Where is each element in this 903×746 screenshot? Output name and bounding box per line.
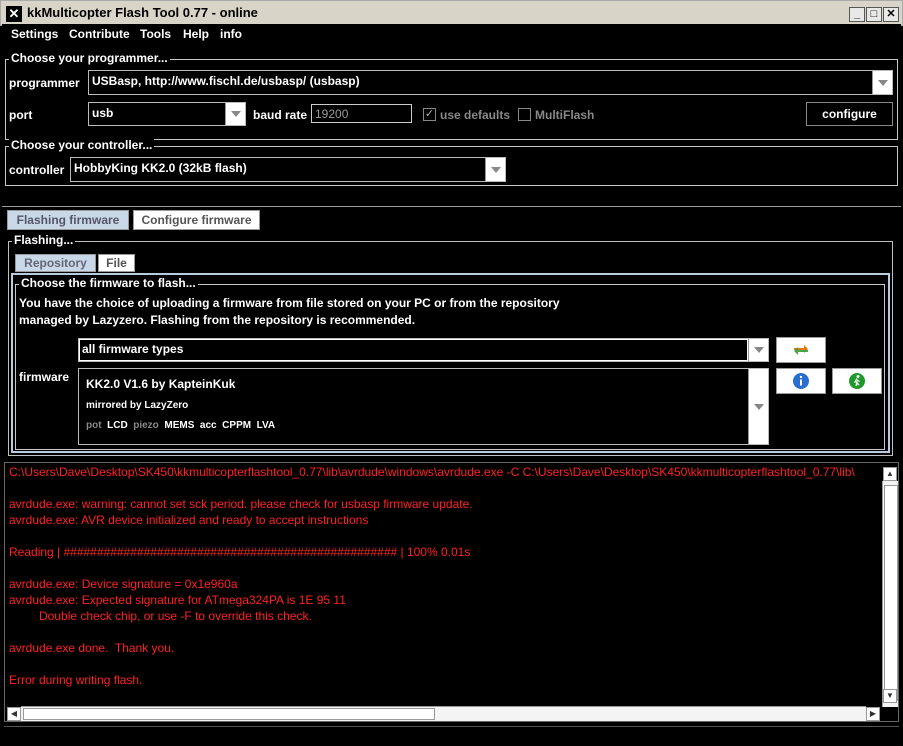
chevron-down-icon[interactable] <box>872 71 892 94</box>
menu-info[interactable]: info <box>220 27 242 41</box>
status-bar <box>4 726 899 742</box>
console-horizontal-scrollbar[interactable] <box>21 706 866 721</box>
port-label: port <box>9 108 33 122</box>
controller-label: controller <box>9 163 65 177</box>
controller-legend: Choose your controller... <box>9 138 155 152</box>
feature-acc: acc <box>199 420 217 431</box>
app-icon: ✕ <box>6 6 22 22</box>
multiflash-checkbox[interactable] <box>518 108 531 121</box>
console-line: C:\Users\Dave\Desktop\SK450\kkmulticopte… <box>9 465 855 479</box>
firmware-mirror: mirrored by LazyZero <box>86 400 189 411</box>
choose-firmware-legend: Choose the firmware to flash... <box>19 276 198 290</box>
programmer-value: USBasp, http://www.fischl.de/usbasp/ (us… <box>92 74 360 88</box>
scroll-left-icon[interactable]: ◀ <box>7 707 21 721</box>
menu-bar: Settings Contribute Tools Help info <box>2 24 901 44</box>
refresh-button[interactable] <box>776 337 826 363</box>
baud-rate-field[interactable]: 19200 <box>311 104 412 123</box>
firmware-name: KK2.0 V1.6 by KapteinKuk <box>86 377 236 391</box>
firmware-filter-value: all firmware types <box>80 340 747 360</box>
use-defaults-label: use defaults <box>440 108 511 122</box>
tab-configure-firmware[interactable]: Configure firmware <box>133 210 260 230</box>
firmware-select[interactable]: KK2.0 V1.6 by KapteinKuk mirrored by Laz… <box>78 368 769 445</box>
minimize-icon[interactable]: _ <box>849 7 865 22</box>
tab-divider <box>2 206 901 207</box>
chevron-down-icon[interactable] <box>748 369 768 444</box>
port-select[interactable]: usb <box>88 102 246 126</box>
console-line: avrdude.exe: Expected signature for ATme… <box>9 593 346 607</box>
flashing-legend: Flashing... <box>12 233 76 247</box>
firmware-features: pot LCD piezo MEMS acc CPPM LVA <box>86 420 275 431</box>
info-button[interactable] <box>776 368 826 394</box>
menu-tools[interactable]: Tools <box>140 27 171 41</box>
port-value: usb <box>92 106 114 120</box>
console-line: Error during writing flash. <box>9 673 143 687</box>
console-line: avrdude.exe done. Thank you. <box>9 641 175 655</box>
configure-button[interactable]: configure <box>806 102 893 126</box>
console-vertical-scrollbar[interactable] <box>882 481 898 707</box>
description-line-1: You have the choice of uploading a firmw… <box>19 296 560 310</box>
tab-file[interactable]: File <box>98 254 135 272</box>
programmer-label: programmer <box>9 76 80 90</box>
chevron-down-icon[interactable] <box>225 103 245 125</box>
controller-select[interactable]: HobbyKing KK2.0 (32kB flash) <box>70 157 506 182</box>
maximize-icon[interactable]: □ <box>866 7 882 22</box>
multiflash-label: MultiFlash <box>535 108 595 122</box>
programmer-legend: Choose your programmer... <box>9 51 170 65</box>
scroll-down-icon[interactable]: ▼ <box>883 689 897 703</box>
menu-settings[interactable]: Settings <box>11 27 58 41</box>
firmware-filter-select[interactable]: all firmware types <box>78 338 769 362</box>
use-defaults-checkbox[interactable]: ✓ <box>423 108 436 121</box>
scroll-right-icon[interactable]: ▶ <box>866 707 880 721</box>
console-line: Reading | ##############################… <box>9 545 471 559</box>
refresh-icon <box>794 345 808 355</box>
info-icon <box>793 373 809 389</box>
tab-flashing-firmware[interactable]: Flashing firmware <box>7 210 129 230</box>
console-line: avrdude.exe: warning: cannot set sck per… <box>9 497 473 511</box>
console-output[interactable]: C:\Users\Dave\Desktop\SK450\kkmulticopte… <box>4 462 899 722</box>
title-bar: ✕ kkMulticopter Flash Tool 0.77 - online… <box>0 0 903 26</box>
chevron-down-icon[interactable] <box>748 339 768 361</box>
firmware-label: firmware <box>19 370 70 384</box>
chevron-down-icon[interactable] <box>485 158 505 181</box>
close-icon[interactable]: ✕ <box>883 7 899 22</box>
console-line: Double check chip, or use -F to override… <box>9 609 312 623</box>
programmer-select[interactable]: USBasp, http://www.fischl.de/usbasp/ (us… <box>88 70 893 95</box>
vertical-scroll-thumb[interactable] <box>884 485 898 701</box>
feature-piezo: piezo <box>133 420 159 431</box>
description-line-2: managed by Lazyzero. Flashing from the r… <box>19 313 416 327</box>
menu-help[interactable]: Help <box>183 27 209 41</box>
flash-run-button[interactable] <box>832 368 882 394</box>
feature-pot: pot <box>86 420 102 431</box>
scroll-up-icon[interactable]: ▲ <box>883 467 897 481</box>
menu-contribute[interactable]: Contribute <box>69 27 130 41</box>
console-line: avrdude.exe: AVR device initialized and … <box>9 513 369 527</box>
feature-lva: LVA <box>256 420 276 431</box>
controller-value: HobbyKing KK2.0 (32kB flash) <box>74 161 247 175</box>
run-icon <box>849 373 865 389</box>
feature-mems: MEMS <box>164 420 195 431</box>
window-title: kkMulticopter Flash Tool 0.77 - online <box>27 5 258 20</box>
feature-lcd: LCD <box>107 420 128 431</box>
baud-rate-label: baud rate <box>253 108 308 122</box>
console-line: avrdude.exe: Device signature = 0x1e960a <box>9 577 238 591</box>
feature-cppm: CPPM <box>222 420 252 431</box>
horizontal-scroll-thumb[interactable] <box>23 708 435 720</box>
tab-repository[interactable]: Repository <box>15 254 96 272</box>
